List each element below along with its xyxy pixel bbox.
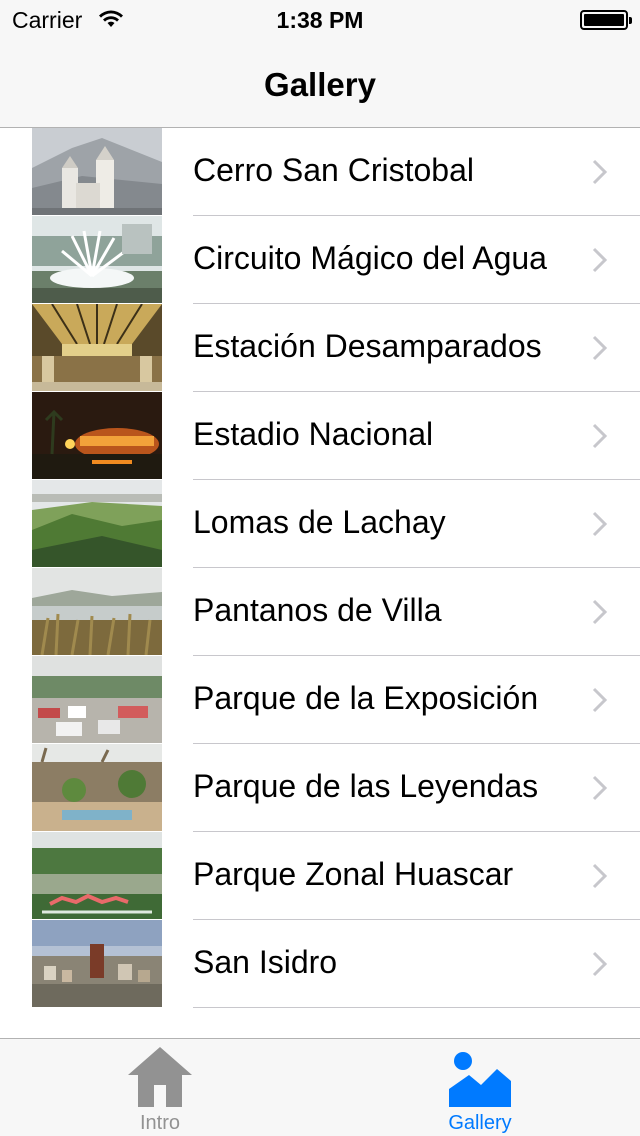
chevron-right-icon [592, 951, 608, 977]
thumbnail-image [32, 744, 162, 831]
list-item-label: San Isidro [193, 944, 338, 980]
list-item[interactable]: Lomas de Lachay [0, 480, 640, 568]
list-item[interactable]: Parque Zonal Huascar [0, 832, 640, 920]
list-item[interactable]: Cerro San Cristobal [0, 128, 640, 216]
thumbnail-image [32, 304, 162, 391]
thumbnail-image [32, 920, 162, 1007]
list-item-label: Circuito Mágico del Agua [193, 240, 547, 276]
chevron-right-icon [592, 159, 608, 185]
landscape-icon [449, 1052, 511, 1107]
thumbnail-image [32, 656, 162, 743]
chevron-right-icon [592, 599, 608, 625]
thumbnail-image [32, 216, 162, 303]
list-item-label: Cerro San Cristobal [193, 152, 474, 188]
thumbnail-image [32, 568, 162, 655]
status-time: 1:38 PM [276, 7, 364, 33]
chevron-right-icon [592, 687, 608, 713]
chevron-right-icon [592, 335, 608, 361]
status-bar: Carrier 1:38 PM [0, 0, 640, 40]
list-item[interactable]: Pantanos de Villa [0, 568, 640, 656]
list-item-label: Estación Desamparados [193, 328, 542, 364]
tab-gallery[interactable]: Gallery [320, 1039, 640, 1136]
list-item-label: Pantanos de Villa [193, 592, 442, 628]
chevron-right-icon [592, 423, 608, 449]
page-title: Gallery [264, 66, 376, 103]
list-item-label: Parque Zonal Huascar [193, 856, 514, 892]
chevron-right-icon [592, 247, 608, 273]
list-item[interactable]: Parque de la Exposición [0, 656, 640, 744]
thumbnail-image [32, 128, 162, 215]
navigation-header: Carrier 1:38 PM Gallery [0, 0, 640, 128]
list-item[interactable]: Estadio Nacional [0, 392, 640, 480]
tab-gallery-label: Gallery [448, 1112, 512, 1134]
chevron-right-icon [592, 863, 608, 889]
tab-bar: Intro Gallery [0, 1038, 640, 1136]
tab-intro[interactable]: Intro [0, 1039, 320, 1136]
thumbnail-image [32, 392, 162, 479]
list-item[interactable]: Circuito Mágico del Agua [0, 216, 640, 304]
list-item-label: Lomas de Lachay [193, 504, 446, 540]
list-item-label: Parque de la Exposición [193, 680, 539, 716]
battery-icon [580, 10, 632, 30]
house-icon [128, 1047, 192, 1107]
row-separator [193, 1007, 640, 1008]
list-item-label: Estadio Nacional [193, 416, 434, 452]
tab-intro-label: Intro [139, 1112, 181, 1134]
gallery-list: Cerro San Cristobal Circuito Mágico del … [0, 128, 640, 1008]
chevron-right-icon [592, 511, 608, 537]
list-item[interactable]: Parque de las Leyendas [0, 744, 640, 832]
thumbnail-image [32, 480, 162, 567]
list-item-label: Parque de las Leyendas [193, 768, 539, 804]
thumbnail-image [32, 832, 162, 919]
chevron-right-icon [592, 775, 608, 801]
list-item[interactable]: Estación Desamparados [0, 304, 640, 392]
list-item[interactable]: San Isidro [0, 920, 640, 1008]
